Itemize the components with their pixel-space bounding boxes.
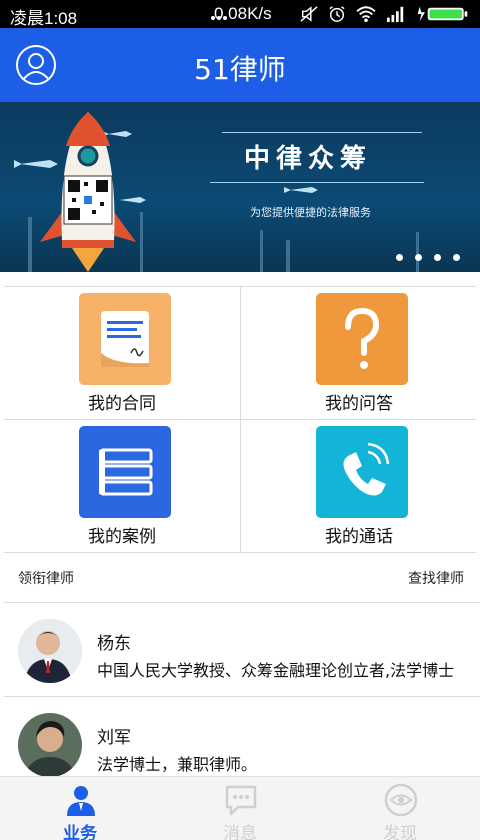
phone-call-icon — [343, 442, 390, 496]
app-header: 51律师 — [0, 28, 480, 102]
lawyer-description: 中国人民大学教授、众筹金融理论创立者,法学博士 — [97, 661, 455, 680]
contract-document-icon — [101, 311, 149, 367]
grid-item-qa[interactable]: 我的问答 — [240, 287, 476, 420]
question-mark-icon — [345, 307, 380, 369]
tab-label: 消息 — [223, 824, 257, 840]
section-title: 领衔律师 — [18, 571, 74, 587]
tab-label: 业务 — [63, 824, 97, 840]
status-time: 凌晨1:08 — [10, 9, 78, 28]
case-stack-icon — [99, 448, 153, 496]
grid-item-label: 我的合同 — [88, 394, 156, 414]
lawyer-photo-yang — [18, 619, 82, 683]
status-bar: 凌晨1:08 0.08K/s — [0, 0, 480, 28]
alarm-icon — [329, 6, 345, 22]
qa-tile — [316, 293, 408, 385]
find-lawyer-link[interactable]: 查找律师 — [408, 568, 464, 588]
tab-messages[interactable]: 消息 — [160, 777, 320, 840]
banner-line-top — [222, 132, 422, 133]
cases-tile — [79, 426, 171, 518]
grid-item-label: 我的通话 — [325, 527, 393, 547]
feature-grid: 我的合同 我的问答 我的案例 我的通话 — [4, 286, 476, 553]
contract-tile — [79, 293, 171, 385]
banner-page-dot[interactable] — [415, 254, 422, 261]
wifi-icon — [356, 6, 376, 23]
lawyer-avatar — [18, 619, 82, 683]
tab-business[interactable]: 业务 — [0, 777, 160, 840]
tab-label: 发现 — [383, 824, 417, 840]
banner-title: 中律众筹 — [244, 144, 373, 174]
grid-item-label: 我的案例 — [88, 527, 156, 547]
lawyer-photo-liu — [18, 713, 82, 777]
banner-line-bottom — [210, 182, 424, 183]
calls-tile — [316, 426, 408, 518]
banner-pagination — [396, 254, 460, 261]
grid-item-cases[interactable]: 我的案例 — [4, 420, 240, 553]
promo-banner[interactable]: 中律众筹 为您提供便捷的法律服务 — [0, 102, 480, 272]
grid-item-label: 我的问答 — [325, 394, 393, 414]
lawyer-avatar — [18, 713, 82, 777]
mute-icon — [300, 6, 318, 22]
lawyer-description: 法学博士，兼职律师。 — [97, 755, 258, 774]
banner-page-dot[interactable] — [434, 254, 441, 261]
lawyer-name: 杨东 — [97, 634, 131, 654]
lawyer-section-header: 领衔律师 查找律师 — [0, 552, 480, 602]
lawyer-name: 刘军 — [97, 728, 131, 748]
banner-subtitle: 为您提供便捷的法律服务 — [250, 206, 371, 219]
discover-eye-icon — [384, 783, 418, 817]
message-bubble-icon — [225, 785, 257, 816]
bottom-tab-bar: 业务 消息 发现 — [0, 776, 480, 840]
tab-discover[interactable]: 发现 — [320, 777, 480, 840]
grid-item-contract[interactable]: 我的合同 — [4, 287, 240, 420]
banner-page-dot[interactable] — [396, 254, 403, 261]
signal-icon — [387, 6, 404, 23]
more-dots-icon — [211, 16, 227, 20]
banner-page-dot[interactable] — [453, 254, 460, 261]
grid-item-calls[interactable]: 我的通话 — [240, 420, 476, 553]
banner-rocket-illustration — [14, 112, 419, 272]
business-person-icon — [67, 786, 95, 816]
page-title: 51律师 — [194, 53, 286, 86]
lawyer-list-item[interactable]: 杨东 中国人民大学教授、众筹金融理论创立者,法学博士 — [4, 602, 480, 696]
battery-charging-icon — [417, 6, 468, 22]
status-icons — [211, 4, 472, 24]
